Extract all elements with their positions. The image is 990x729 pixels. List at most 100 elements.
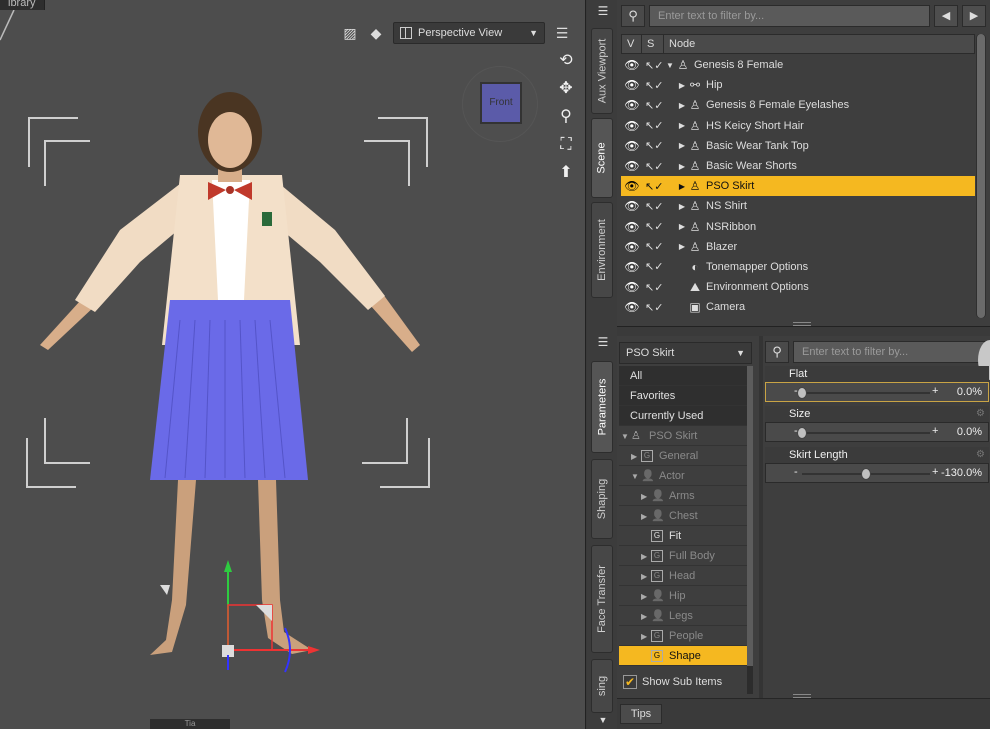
visibility-eye-icon[interactable]: 👁 [624,119,640,133]
expand-arrow-icon[interactable]: ▼ [631,467,641,487]
category-item[interactable]: ▶ G General [619,446,747,466]
slider-value[interactable]: -130.0% [941,467,982,479]
tab-parameters[interactable]: Parameters [591,361,613,453]
menu-icon[interactable]: ☰ [553,24,571,42]
expand-arrow-icon[interactable]: ▶ [641,627,651,647]
draw-style-icon[interactable]: ▨ [341,24,359,42]
selectable-icon[interactable]: ↖✓ [645,180,663,193]
expand-arrow-icon[interactable]: ▶ [677,182,687,191]
slider-value[interactable]: 0.0% [957,386,982,398]
view-cube-face[interactable]: Front [480,82,522,124]
selectable-icon[interactable]: ↖✓ [645,99,663,112]
visibility-eye-icon[interactable]: 👁 [624,98,640,112]
visibility-eye-icon[interactable]: 👁 [624,58,640,72]
decrement-button[interactable]: - [794,466,798,478]
category-item[interactable]: ▶ 👤 Hip [619,586,747,606]
slider-value[interactable]: 0.0% [957,426,982,438]
expand-arrow-icon[interactable]: ▶ [677,121,687,130]
selectable-icon[interactable]: ↖✓ [645,139,663,152]
zoom-icon[interactable]: ⚲ [555,106,577,128]
visibility-eye-icon[interactable]: 👁 [624,240,640,254]
selectable-icon[interactable]: ↖✓ [645,240,663,253]
tab-aux-viewport[interactable]: Aux Viewport [591,28,613,114]
visibility-eye-icon[interactable]: 👁 [624,260,640,274]
view-select[interactable]: Perspective View ▼ [393,22,545,44]
tab-environment[interactable]: Environment [591,202,613,298]
scene-filter-input[interactable]: Enter text to filter by... [649,5,930,27]
reset-view-icon[interactable]: ⬆ [555,162,577,184]
pane-divider[interactable] [759,336,763,698]
visibility-eye-icon[interactable]: 👁 [624,159,640,173]
scene-row[interactable]: 👁 ↖✓ ▼ ♙ Genesis 8 Female [621,55,975,75]
parameter-slider[interactable]: Size - +0.0% ⚙ [765,406,989,444]
category-item[interactable]: ▶ 👤 Legs [619,606,747,626]
tab-posing[interactable]: sing [591,659,613,713]
slider-box[interactable]: - +0.0% [765,422,989,442]
expand-arrow-icon[interactable]: ▶ [641,607,651,627]
show-sub-items[interactable]: ✔ Show Sub Items [619,672,753,692]
menu-icon[interactable]: ☰ [595,4,611,18]
selectable-icon[interactable]: ↖✓ [645,79,663,92]
slider-box[interactable]: - +0.0% [765,382,989,402]
scene-row[interactable]: 👁 ↖✓ ▶ ♙ Blazer [621,237,975,257]
scene-row[interactable]: 👁 ↖✓ ▣ Camera [621,297,975,317]
tab-shaping[interactable]: Shaping [591,459,613,539]
category-item[interactable]: ▼ 👤 Actor [619,466,747,486]
selectable-icon[interactable]: ↖✓ [645,160,663,173]
selectable-icon[interactable]: ↖✓ [645,200,663,213]
category-item[interactable]: ▶ 👤 Chest [619,506,747,526]
pan-icon[interactable]: ✥ [555,78,577,100]
tab-face-transfer[interactable]: Face Transfer [591,545,613,653]
visibility-eye-icon[interactable]: 👁 [624,199,640,213]
scene-row[interactable]: 👁 ↖✓ ▶ ♙ Basic Wear Shorts [621,156,975,176]
category-item[interactable]: All [619,366,747,386]
visibility-eye-icon[interactable]: 👁 [624,78,640,92]
scene-row[interactable]: 👁 ↖✓ ▶ ♙ HS Keicy Short Hair [621,116,975,136]
category-item[interactable]: ▶ G People [619,626,747,646]
expand-arrow-icon[interactable]: ▶ [677,81,687,90]
expand-arrow-icon[interactable]: ▶ [641,487,651,507]
expand-arrow-icon[interactable]: ▶ [677,222,687,231]
expand-arrow-icon[interactable]: ▶ [641,547,651,567]
param-filter-input[interactable]: Enter text to filter by... [793,341,990,363]
arrow-right-icon[interactable]: ▶ [962,5,986,27]
slider-box[interactable]: - + -130.0% [765,463,989,483]
category-scrollbar[interactable] [747,366,753,694]
category-item[interactable]: ▼ ♙ PSO Skirt [619,426,747,446]
selectable-icon[interactable]: ↖✓ [645,59,663,72]
column-visible[interactable]: V [622,35,642,53]
viewport-bottom-tab[interactable]: Tia [150,719,230,729]
expand-arrow-icon[interactable]: ▶ [641,507,651,527]
search-icon[interactable]: ⚲ [621,5,645,27]
increment-button[interactable]: + [932,385,938,397]
scene-row[interactable]: 👁 ↖✓ ▶ ⚯ Hip [621,75,975,95]
parameter-slider[interactable]: Skirt Length - + -130.0% ⚙ [765,447,989,485]
view-cube[interactable]: Front [462,66,538,142]
scene-row[interactable]: 👁 ↖✓ ▶ ♙ Genesis 8 Female Eyelashes [621,95,975,115]
expand-arrow-icon[interactable]: ▶ [641,567,651,587]
chevron-down-icon[interactable]: ▼ [595,713,611,727]
expand-arrow-icon[interactable]: ▶ [677,162,687,171]
category-item[interactable]: ▶ G Full Body [619,546,747,566]
scene-scrollbar[interactable] [976,34,986,318]
gear-icon[interactable]: ⚙ [976,408,985,419]
visibility-eye-icon[interactable]: 👁 [624,300,640,314]
visibility-eye-icon[interactable]: 👁 [624,280,640,294]
node-select[interactable]: PSO Skirt ▼ [619,342,752,364]
parameter-slider[interactable]: Flat - +0.0% [765,366,989,404]
scene-row[interactable]: 👁 ↖✓ ▶ ♙ PSO Skirt [621,176,975,197]
visibility-eye-icon[interactable]: 👁 [624,179,640,193]
gear-icon[interactable]: ⚙ [976,449,985,460]
search-icon[interactable]: ⚲ [765,341,789,363]
category-item[interactable]: G Shape [619,646,747,666]
column-selectable[interactable]: S [642,35,664,53]
column-node[interactable]: Node [664,35,700,53]
expand-arrow-icon[interactable]: ▼ [621,427,631,447]
slider-knob[interactable] [797,387,807,399]
slider-knob[interactable] [797,427,807,439]
selectable-icon[interactable]: ↖✓ [645,281,663,294]
scene-row[interactable]: 👁 ↖✓ ▶ ♙ NSRibbon [621,217,975,237]
visibility-eye-icon[interactable]: 👁 [624,220,640,234]
splitter-grip-icon[interactable] [793,322,811,326]
frame-icon[interactable]: ⛶ [555,134,577,156]
